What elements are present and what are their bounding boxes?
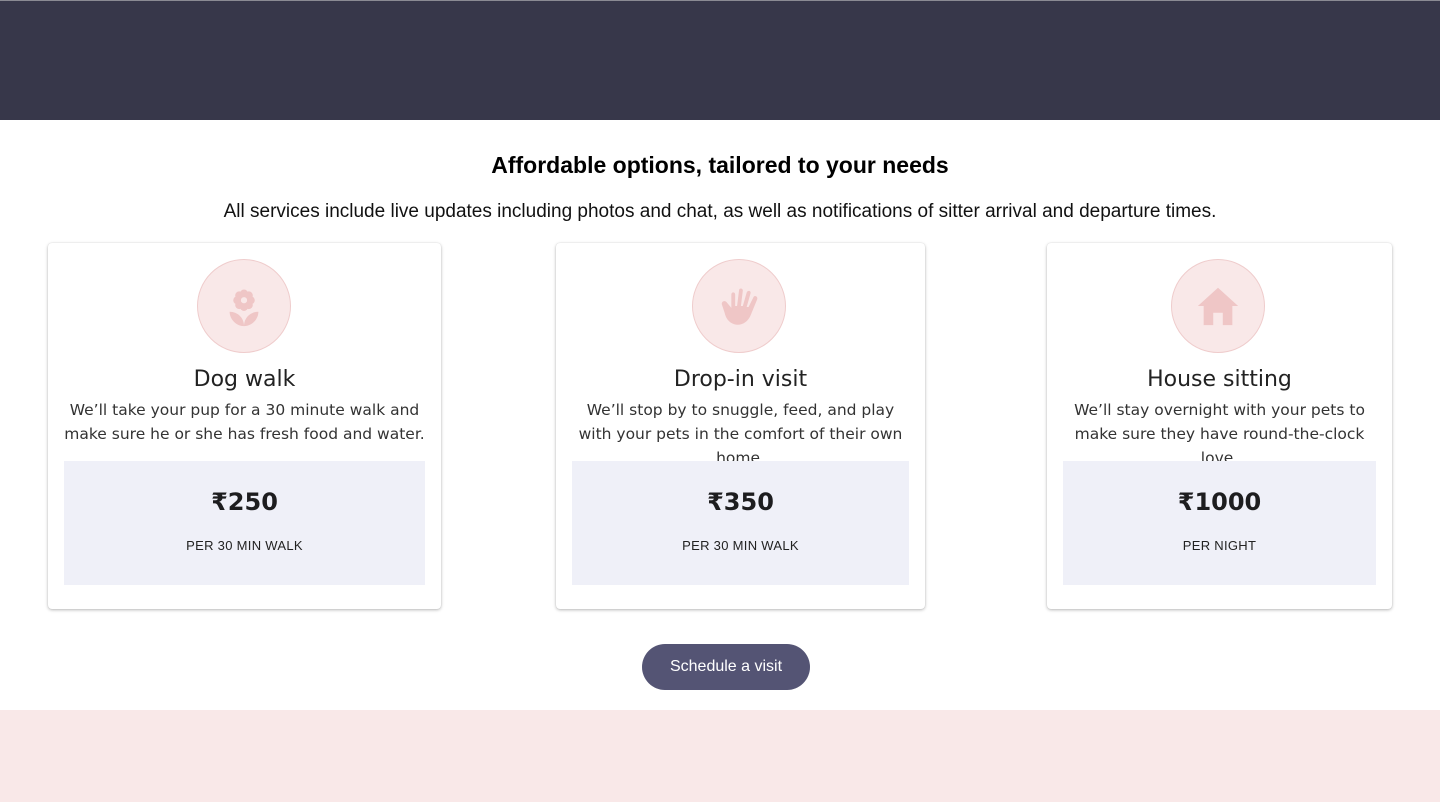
service-card-drop-in-visit: Drop-in visit We’ll stop by to snuggle, … <box>556 243 925 609</box>
price-unit: PER 30 MIN WALK <box>186 538 303 553</box>
header-band <box>0 0 1440 120</box>
house-icon <box>1171 259 1265 353</box>
card-description: We’ll take your pup for a 30 minute walk… <box>64 401 425 443</box>
price-amount: ₹350 <box>707 488 774 516</box>
schedule-visit-button[interactable]: Schedule a visit <box>642 644 810 690</box>
card-title: Dog walk <box>193 367 296 392</box>
card-title: Drop-in visit <box>673 367 808 392</box>
price-box: ₹350 PER 30 MIN WALK <box>572 461 909 585</box>
footer-band <box>0 710 1440 802</box>
hand-icon <box>692 259 786 353</box>
price-box: ₹1000 PER NIGHT <box>1063 461 1376 585</box>
price-box: ₹250 PER 30 MIN WALK <box>64 461 425 585</box>
service-card-house-sitting: House sitting We’ll stay overnight with … <box>1047 243 1392 609</box>
price-unit: PER NIGHT <box>1182 538 1257 553</box>
card-title: House sitting <box>1147 367 1292 392</box>
card-description: We’ll stop by to snuggle, feed, and play… <box>578 401 903 467</box>
service-card-dog-walk: Dog walk We’ll take your pup for a 30 mi… <box>48 243 441 609</box>
section-heading: Affordable options, tailored to your nee… <box>491 152 949 178</box>
card-description: We’ll stay overnight with your pets to m… <box>1074 401 1365 467</box>
price-unit: PER 30 MIN WALK <box>682 538 799 553</box>
price-amount: ₹1000 <box>1177 488 1262 516</box>
price-amount: ₹250 <box>211 488 278 516</box>
section-subheading: All services include live updates includ… <box>223 201 1217 222</box>
flower-icon <box>197 259 291 353</box>
